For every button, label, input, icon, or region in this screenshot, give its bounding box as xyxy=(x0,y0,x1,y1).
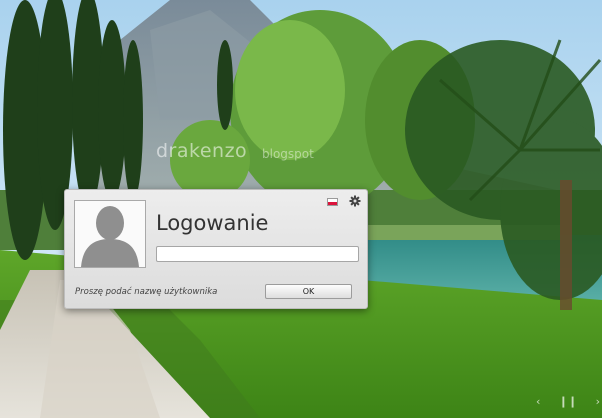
polish-flag-icon[interactable] xyxy=(327,198,338,206)
user-silhouette-icon xyxy=(81,206,139,267)
watermark: drakenzo xyxy=(156,140,248,162)
watermark-suffix: blogspot xyxy=(262,147,314,161)
slideshow-controls: ‹ ❙❙ › xyxy=(536,394,600,410)
avatar xyxy=(74,200,146,268)
pause-icon[interactable]: ❙❙ xyxy=(559,394,577,410)
gear-icon[interactable] xyxy=(349,195,361,207)
previous-icon[interactable]: ‹ xyxy=(536,394,540,410)
dialog-title: Logowanie xyxy=(156,211,269,235)
next-icon[interactable]: › xyxy=(596,394,600,410)
ok-button[interactable]: OK xyxy=(265,284,352,299)
username-prompt: Proszę podać nazwę użytkownika xyxy=(75,287,218,297)
username-input[interactable] xyxy=(156,246,359,262)
login-dialog: Logowanie Proszę podać nazwę użytkownika… xyxy=(64,189,368,309)
